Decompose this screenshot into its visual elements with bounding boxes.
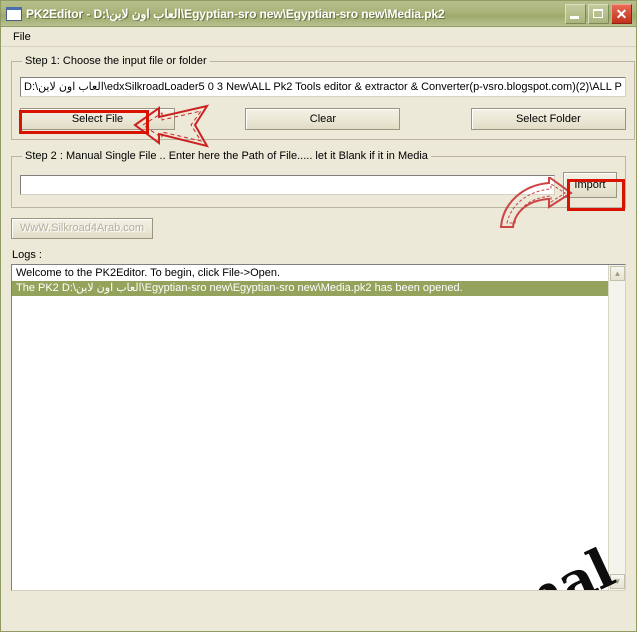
step2-legend: Step 2 : Manual Single File .. Enter her…	[25, 150, 428, 162]
menu-item-file[interactable]: File	[7, 29, 37, 45]
menu-bar: File	[1, 27, 636, 47]
step1-path-input[interactable]: D:\العاب اون لاين\edxSilkroadLoader5 0 3…	[20, 77, 626, 97]
logs-scrollbar[interactable]: ▲ ▼	[608, 265, 625, 590]
step2-row: Import	[20, 172, 617, 198]
import-button-wrap: Import	[563, 172, 617, 198]
site-button-row: WwW.Silkroad4Arab.com	[11, 218, 626, 239]
step2-group: Step 2 : Manual Single File .. Enter her…	[11, 150, 626, 208]
step1-legend: Step 1: Choose the input file or folder	[25, 55, 207, 67]
step2-path-input[interactable]	[20, 175, 555, 195]
step1-button-row: Select File Clear Select Folder	[20, 108, 626, 130]
import-button[interactable]: Import	[563, 172, 617, 198]
step1-group: Step 1: Choose the input file or folder …	[11, 55, 635, 140]
scroll-up-icon[interactable]: ▲	[610, 266, 625, 281]
maximize-button[interactable]	[588, 3, 609, 24]
window-title: PK2Editor - D:\العاب اون لاين\Egyptian-s…	[26, 6, 445, 21]
select-folder-button[interactable]: Select Folder	[470, 108, 626, 130]
close-icon: ✕	[615, 5, 628, 22]
title-bar: PK2Editor - D:\العاب اون لاين\Egyptian-s…	[1, 1, 636, 27]
logs-list[interactable]: Welcome to the PK2Editor. To begin, clic…	[12, 265, 608, 590]
select-file-button[interactable]: Select File	[20, 108, 175, 130]
minimize-button[interactable]	[565, 3, 586, 24]
list-item[interactable]: Welcome to the PK2Editor. To begin, clic…	[12, 266, 608, 281]
window-controls: ✕	[565, 3, 634, 24]
maximize-icon	[593, 8, 603, 18]
pk2editor-window: PK2Editor - D:\العاب اون لاين\Egyptian-s…	[0, 0, 637, 632]
silkroad4arab-button[interactable]: WwW.Silkroad4Arab.com	[11, 218, 153, 239]
logs-label: Logs :	[12, 249, 42, 261]
clear-button[interactable]: Clear	[245, 108, 401, 130]
close-button[interactable]: ✕	[611, 3, 632, 24]
window-icon	[6, 6, 22, 21]
scroll-down-icon[interactable]: ▼	[610, 574, 625, 589]
logs-panel: Welcome to the PK2Editor. To begin, clic…	[11, 264, 626, 591]
client-area: Step 1: Choose the input file or folder …	[1, 47, 636, 630]
list-item[interactable]: The PK2 D:\العاب اون لاين\Egyptian-sro n…	[12, 281, 608, 296]
minimize-icon	[570, 15, 579, 19]
